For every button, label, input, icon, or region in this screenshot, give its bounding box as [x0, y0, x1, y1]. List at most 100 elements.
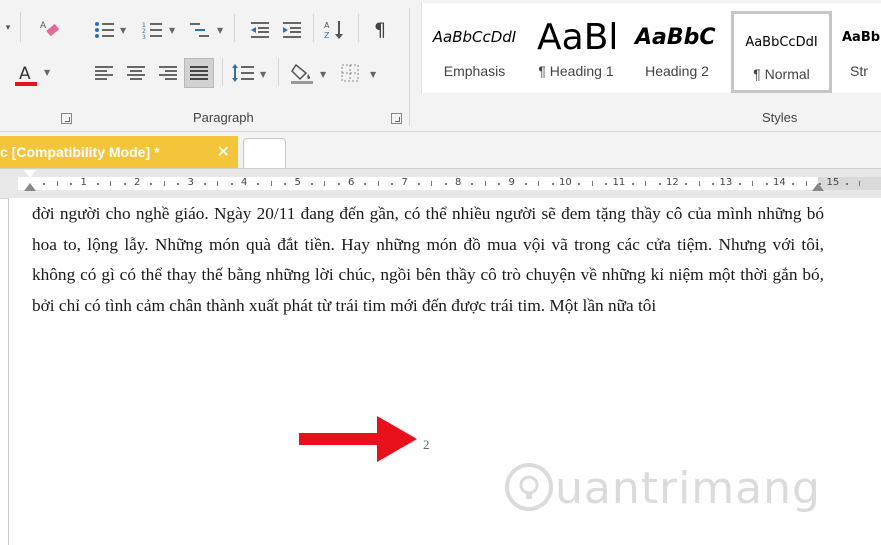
ruler-tick — [56, 181, 58, 186]
style-emphasis[interactable]: AaBbCcDdI Emphasis — [422, 3, 527, 93]
ruler-tick — [471, 183, 474, 185]
line-spacing-icon[interactable] — [230, 60, 256, 86]
ruler-tick — [538, 181, 540, 186]
style-name: Str — [850, 63, 868, 79]
ruler-number: 15 — [826, 177, 840, 188]
page-number: 2 — [423, 437, 430, 452]
style-strong[interactable]: AaBb Str — [836, 3, 881, 93]
align-right-icon[interactable] — [156, 61, 180, 85]
ruler-tick — [96, 183, 99, 185]
style-normal[interactable]: AaBbCcDdI ¶ Normal — [731, 11, 832, 93]
ruler-tick — [444, 183, 447, 185]
font-dropdown-arrow-icon[interactable]: ▾ — [2, 20, 14, 36]
style-sample: AaBbC — [635, 24, 716, 50]
justify-icon[interactable] — [184, 58, 214, 88]
ruler-tick — [150, 183, 153, 185]
new-tab-button[interactable] — [243, 138, 286, 169]
ruler-number: 8 — [455, 177, 462, 188]
align-left-icon[interactable] — [92, 61, 116, 85]
style-name: Emphasis — [443, 63, 506, 79]
ruler-tick — [217, 181, 219, 186]
numbering-icon[interactable]: 123 — [140, 18, 164, 42]
align-center-icon[interactable] — [124, 61, 148, 85]
svg-text:A: A — [324, 21, 330, 30]
ruler-tick — [605, 183, 608, 185]
ruler-tick — [551, 183, 554, 185]
ruler-tick — [645, 181, 647, 186]
document-body-text[interactable]: đời người cho nghề giáo. Ngày 20/11 đang… — [32, 199, 824, 321]
ribbon-separator — [358, 14, 359, 42]
ruler-number: 3 — [187, 177, 194, 188]
svg-text:Z: Z — [324, 31, 330, 40]
multilevel-dropdown[interactable]: ▼ — [217, 26, 223, 35]
pilcrow-icon[interactable]: ¶ — [368, 17, 392, 43]
ruler-tick — [270, 181, 272, 186]
style-name: ¶ Normal — [753, 66, 810, 82]
ruler-tick — [498, 183, 501, 185]
document-page[interactable]: đời người cho nghề giáo. Ngày 20/11 đang… — [8, 198, 881, 545]
hanging-indent-marker[interactable] — [24, 183, 36, 191]
borders-icon[interactable] — [338, 61, 362, 85]
right-indent-marker[interactable] — [812, 183, 824, 191]
document-tab-title: c [Compatibility Mode] * — [0, 144, 160, 160]
decrease-indent-icon[interactable] — [248, 18, 272, 42]
ruler-tick — [631, 183, 634, 185]
ruler-tick — [685, 183, 688, 185]
ruler-tick — [591, 181, 593, 186]
bullets-icon[interactable] — [92, 18, 116, 42]
borders-dropdown[interactable]: ▼ — [370, 70, 376, 79]
ruler-tick — [578, 183, 581, 185]
ruler-tick — [163, 181, 165, 186]
ruler-number: 14 — [773, 177, 786, 188]
sort-icon[interactable]: AZ — [322, 18, 348, 42]
ruler-tick — [391, 183, 394, 185]
ruler-tick — [765, 183, 768, 185]
ruler-tick — [123, 183, 126, 185]
multilevel-list-icon[interactable] — [188, 18, 212, 42]
style-sample: AaBbCcDdI — [432, 28, 517, 46]
ribbon-separator — [222, 58, 223, 86]
eraser-icon[interactable]: A — [36, 16, 62, 42]
bullets-dropdown[interactable]: ▼ — [120, 26, 126, 35]
ruler-number: 6 — [348, 177, 355, 188]
shading-icon[interactable] — [288, 59, 316, 87]
ruler-tick — [792, 183, 795, 185]
shading-dropdown[interactable]: ▼ — [320, 70, 326, 79]
horizontal-ruler[interactable]: 1 2 3 4 5 6 7 8 9 10 11 12 13 14 15 — [0, 168, 881, 199]
font-color-dropdown[interactable]: ▼ — [44, 68, 50, 77]
ribbon-separator — [313, 14, 314, 42]
ruler-number: 10 — [559, 177, 572, 188]
styles-group-label: Styles — [762, 110, 798, 125]
ruler-tick — [43, 183, 46, 185]
ribbon-separator — [278, 58, 279, 86]
close-icon[interactable]: ✕ — [217, 142, 230, 161]
ruler-number: 5 — [294, 177, 301, 188]
ruler-tick — [377, 181, 379, 186]
ruler-tick — [203, 183, 206, 185]
ruler-tick — [712, 183, 715, 185]
watermark-text: uantrimang — [555, 463, 821, 514]
ruler-tick — [284, 183, 287, 185]
first-line-indent-marker[interactable] — [23, 169, 37, 178]
red-arrow-icon — [299, 416, 417, 462]
ruler-text-area — [18, 177, 863, 190]
ribbon-group-separator — [409, 8, 410, 126]
document-tab[interactable]: c [Compatibility Mode] * ✕ — [0, 136, 238, 168]
svg-text:3: 3 — [142, 34, 146, 40]
ribbon-separator — [234, 14, 235, 42]
ruler-tick — [417, 183, 420, 185]
line-spacing-dropdown[interactable]: ▼ — [260, 70, 266, 79]
paragraph-dialog-launcher[interactable] — [391, 113, 402, 124]
style-heading-1[interactable]: AaBl ¶ Heading 1 — [527, 3, 625, 93]
styles-gallery: AaBbCcDdI Emphasis AaBl ¶ Heading 1 AaBb… — [421, 3, 881, 93]
increase-indent-icon[interactable] — [280, 18, 304, 42]
watermark: uantrimang — [503, 453, 823, 523]
font-color-icon[interactable]: A — [12, 60, 40, 88]
style-heading-2[interactable]: AaBbC Heading 2 — [625, 3, 729, 93]
svg-text:A: A — [19, 64, 31, 84]
font-dialog-launcher[interactable] — [61, 113, 72, 124]
style-name: ¶ Heading 1 — [538, 63, 614, 79]
numbering-dropdown[interactable]: ▼ — [169, 26, 175, 35]
ruler-number: 13 — [719, 177, 733, 188]
ruler-tick — [70, 183, 73, 185]
